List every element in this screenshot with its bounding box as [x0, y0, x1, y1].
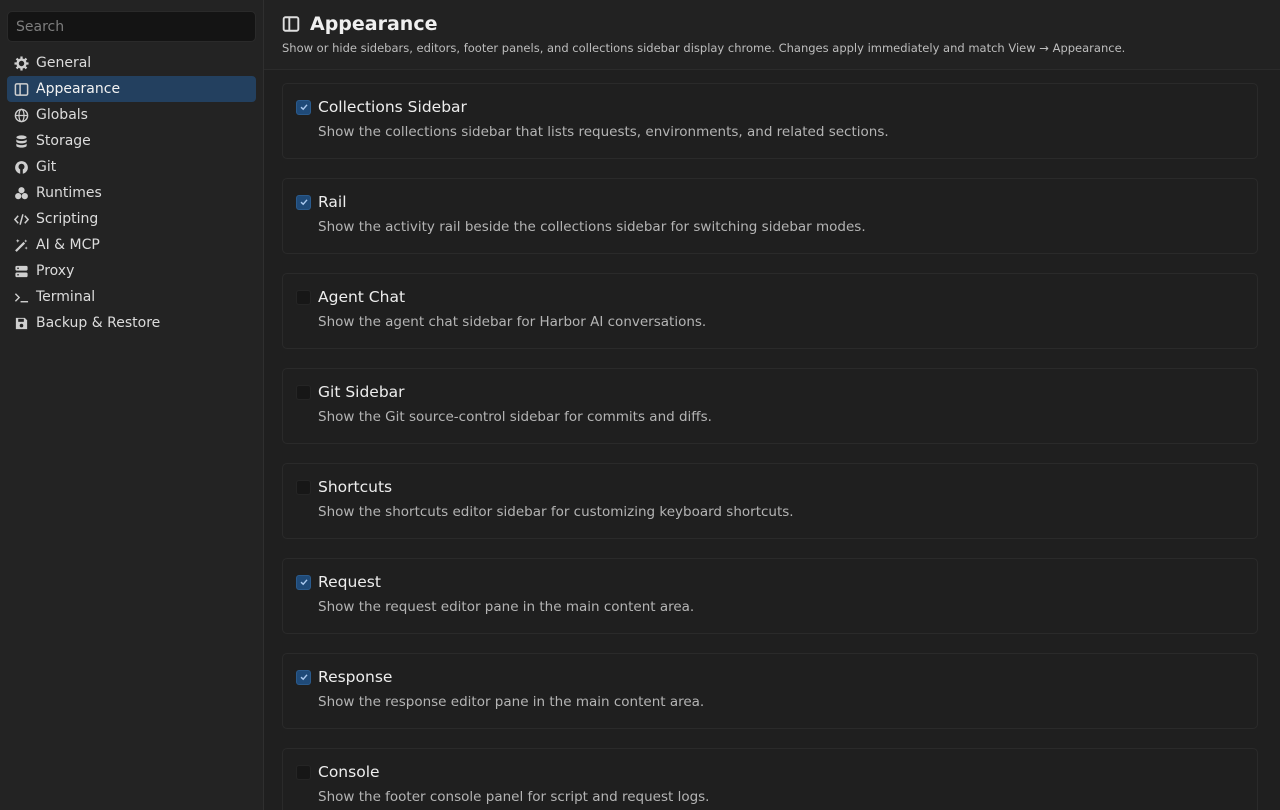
sidebar-item-label: Runtimes	[36, 185, 102, 201]
sidebar-item-runtimes[interactable]: Runtimes	[7, 180, 256, 206]
setting-description: Show the response editor pane in the mai…	[318, 694, 705, 710]
request-checkbox[interactable]	[296, 574, 311, 590]
save-icon	[14, 316, 29, 331]
setting-title: Rail	[318, 193, 347, 211]
setting-title: Console	[318, 763, 380, 781]
sidebar-item-label: Git	[36, 159, 57, 175]
setting-title: Response	[318, 668, 393, 686]
settings-nav: General Appearance Globals Storage Git R…	[7, 50, 256, 336]
page-subtitle: Show or hide sidebars, editors, footer p…	[282, 41, 1126, 55]
check-icon	[300, 674, 308, 681]
check-icon	[300, 199, 308, 206]
sidebar-item-proxy[interactable]: Proxy	[7, 258, 256, 284]
response-checkbox[interactable]	[296, 669, 311, 685]
github-icon	[14, 160, 29, 175]
setting-title: Collections Sidebar	[318, 98, 467, 116]
setting-card-console: Console Show the footer console panel fo…	[282, 748, 1258, 810]
setting-description: Show the footer console panel for script…	[318, 789, 710, 805]
sidebar-item-scripting[interactable]: Scripting	[7, 206, 256, 232]
setting-description: Show the shortcuts editor sidebar for cu…	[318, 504, 794, 520]
setting-description: Show the Git source-control sidebar for …	[318, 409, 712, 425]
sidebar-item-label: Proxy	[36, 263, 75, 279]
setting-card-agent-chat: Agent Chat Show the agent chat sidebar f…	[282, 273, 1258, 349]
settings-list: Collections Sidebar Show the collections…	[264, 70, 1280, 810]
terminal-icon	[14, 290, 29, 305]
setting-description: Show the collections sidebar that lists …	[318, 124, 889, 140]
page-header: Appearance Show or hide sidebars, editor…	[264, 0, 1280, 70]
search-input[interactable]	[7, 11, 256, 42]
setting-card-git-sidebar: Git Sidebar Show the Git source-control …	[282, 368, 1258, 444]
sidebar-item-label: Terminal	[36, 289, 96, 305]
setting-title: Shortcuts	[318, 478, 393, 496]
console-checkbox[interactable]	[296, 764, 311, 780]
sidebar-item-git[interactable]: Git	[7, 154, 256, 180]
globe-icon	[14, 108, 29, 123]
check-icon	[300, 579, 308, 586]
setting-title: Request	[318, 573, 381, 591]
sidebar-item-label: Storage	[36, 133, 91, 149]
shortcuts-checkbox[interactable]	[296, 479, 311, 495]
magic-wand-icon	[14, 238, 29, 253]
collections-sidebar-checkbox[interactable]	[296, 99, 311, 115]
sidebar-item-label: Globals	[36, 107, 88, 123]
setting-card-response: Response Show the response editor pane i…	[282, 653, 1258, 729]
setting-title: Agent Chat	[318, 288, 406, 306]
sidebar-item-label: Appearance	[36, 81, 121, 97]
settings-sidebar: General Appearance Globals Storage	[0, 0, 264, 810]
git-sidebar-checkbox[interactable]	[296, 384, 311, 400]
sidebar-item-general[interactable]: General	[7, 50, 256, 76]
setting-card-shortcuts: Shortcuts Show the shortcuts editor side…	[282, 463, 1258, 539]
app-window: General Appearance Globals Storage	[0, 0, 1280, 810]
setting-card-rail: Rail Show the activity rail beside the c…	[282, 178, 1258, 254]
sidebar-item-appearance[interactable]: Appearance	[7, 76, 256, 102]
setting-card-collections-sidebar: Collections Sidebar Show the collections…	[282, 83, 1258, 159]
sidebar-item-storage[interactable]: Storage	[7, 128, 256, 154]
sidebar-item-label: Scripting	[36, 211, 99, 227]
check-icon	[300, 104, 308, 111]
setting-title: Git Sidebar	[318, 383, 405, 401]
agent-chat-checkbox[interactable]	[296, 289, 311, 305]
sidebar-item-globals[interactable]: Globals	[7, 102, 256, 128]
server-icon	[14, 264, 29, 279]
database-icon	[14, 134, 29, 149]
cubes-icon	[14, 186, 29, 201]
setting-description: Show the agent chat sidebar for Harbor A…	[318, 314, 707, 330]
sidebar-item-label: General	[36, 55, 92, 71]
layout-icon	[14, 82, 29, 97]
sidebar-item-backup-restore[interactable]: Backup & Restore	[7, 310, 256, 336]
rail-checkbox[interactable]	[296, 194, 311, 210]
setting-description: Show the activity rail beside the collec…	[318, 219, 866, 235]
gear-icon	[14, 55, 29, 71]
setting-description: Show the request editor pane in the main…	[318, 599, 695, 615]
setting-card-request: Request Show the request editor pane in …	[282, 558, 1258, 634]
code-icon	[14, 212, 29, 227]
settings-main: Appearance Show or hide sidebars, editor…	[264, 0, 1280, 810]
sidebar-item-label: Backup & Restore	[36, 315, 161, 331]
title-row: Appearance	[282, 13, 1262, 35]
sidebar-item-ai-mcp[interactable]: AI & MCP	[7, 232, 256, 258]
page-title: Appearance	[310, 13, 438, 35]
sidebar-item-label: AI & MCP	[36, 237, 100, 253]
sidebar-item-terminal[interactable]: Terminal	[7, 284, 256, 310]
layout-icon	[282, 15, 300, 33]
